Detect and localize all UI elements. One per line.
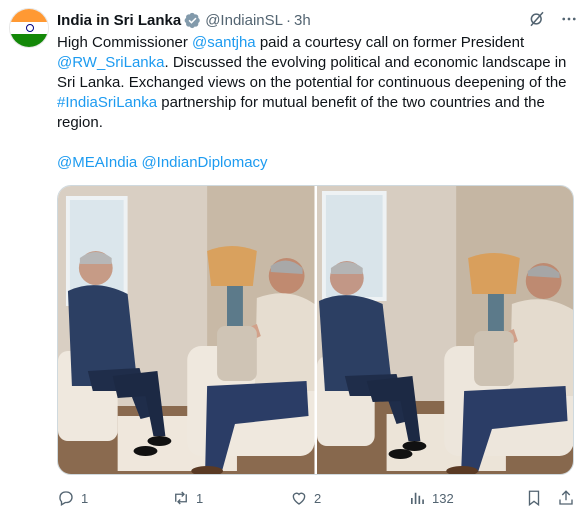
retweet-count: 1 <box>196 490 204 506</box>
avatar[interactable] <box>9 8 49 48</box>
mentions-line: @MEAIndia @IndianDiplomacy <box>57 153 268 173</box>
bookmark-icon <box>528 490 540 507</box>
bookmark-button[interactable] <box>525 488 543 508</box>
media-grid <box>57 185 574 475</box>
retweet-icon <box>175 491 187 505</box>
retweet-button[interactable]: 1 <box>172 488 203 508</box>
share-icon <box>559 490 573 505</box>
mention-link[interactable]: @RW_SriLanka <box>57 54 165 71</box>
separator-dot: · <box>285 11 291 29</box>
more-icon[interactable] <box>560 10 578 28</box>
verified-badge-icon <box>184 12 200 28</box>
tweet-header: India in Sri Lanka @IndiainSL · 3h <box>57 10 311 30</box>
reply-count: 1 <box>81 490 89 506</box>
photo-illustration <box>58 186 315 474</box>
like-button[interactable]: 2 <box>290 488 321 508</box>
text-segment: High Commissioner <box>57 34 193 51</box>
tweet-photo[interactable] <box>316 186 573 474</box>
hashtag-link[interactable]: #IndiaSriLanka <box>57 94 157 111</box>
reply-button[interactable]: 1 <box>57 488 88 508</box>
mention-link[interactable]: @MEAIndia <box>57 154 137 171</box>
text-segment: paid a courtesy call on former President <box>255 34 525 51</box>
reply-icon <box>59 491 73 506</box>
tweet-card[interactable]: India in Sri Lanka @IndiainSL · 3h High … <box>0 0 588 515</box>
author-name[interactable]: India in Sri Lanka <box>57 12 181 29</box>
tweet-photo[interactable] <box>58 186 315 474</box>
views-button[interactable]: 132 <box>408 488 454 508</box>
like-count: 2 <box>314 490 322 506</box>
share-button[interactable] <box>557 488 575 508</box>
views-count: 132 <box>432 490 454 506</box>
mention-link[interactable]: @IndianDiplomacy <box>141 154 267 171</box>
views-icon <box>411 492 424 504</box>
tweet-text: High Commissioner @santjha paid a courte… <box>57 33 577 133</box>
flag-saffron-band <box>10 9 48 22</box>
photo-illustration <box>316 186 573 474</box>
heart-icon <box>292 492 306 505</box>
action-bar: 1 1 2 132 <box>57 488 577 508</box>
top-right-icons <box>528 10 578 28</box>
author-handle[interactable]: @IndiainSL <box>205 12 283 29</box>
flag-green-band <box>10 34 48 47</box>
timestamp[interactable]: 3h <box>294 12 311 29</box>
grok-icon[interactable] <box>528 10 546 28</box>
flag-chakra-icon <box>26 24 34 32</box>
mention-link[interactable]: @santjha <box>192 34 256 51</box>
